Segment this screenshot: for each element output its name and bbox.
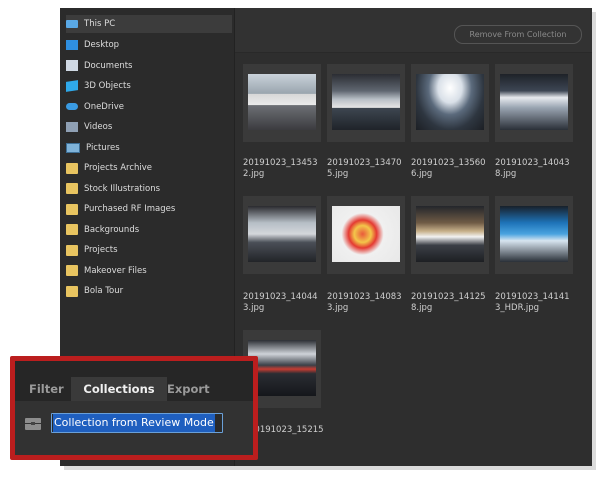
collection-name-input[interactable]: Collection from Review Mode: [51, 413, 223, 433]
documents-icon: [66, 60, 78, 71]
tree-item-label: This PC: [84, 19, 116, 29]
tree-item-backgrounds[interactable]: Backgrounds: [66, 221, 232, 239]
tree-item-desktop[interactable]: Desktop: [66, 36, 232, 54]
thumbnail[interactable]: [327, 64, 405, 142]
thumbnail[interactable]: [327, 196, 405, 274]
desktop-icon: [66, 40, 78, 50]
tree-item-this-pc[interactable]: This PC: [66, 15, 232, 33]
folder-icon: [66, 162, 78, 174]
photo-preview: [416, 206, 484, 262]
tree-item-videos[interactable]: Videos: [66, 118, 232, 136]
tree-item-3d-objects[interactable]: 3D Objects: [66, 77, 232, 95]
thumbnail[interactable]: [411, 64, 489, 142]
thumbnail-caption: 20191023_13470 5.jpg: [327, 158, 402, 179]
thumbnail-caption: 20191023_14125 8.jpg: [411, 292, 486, 313]
thumbnail[interactable]: [495, 196, 573, 274]
thumbnail-caption: 20191023_14043 8.jpg: [495, 158, 570, 179]
collection-name-selected-text: Collection from Review Mode: [53, 414, 215, 432]
remove-from-collection-button[interactable]: Remove From Collection: [454, 25, 582, 44]
photo-preview: [500, 74, 568, 130]
thumbnail-caption: 20191023_14141 3_HDR.jpg: [495, 292, 570, 313]
collection-box-icon: [25, 418, 41, 430]
folder-icon: [66, 265, 78, 276]
tree-item-label: OneDrive: [84, 101, 124, 112]
tree-item-projects[interactable]: Projects: [66, 241, 232, 259]
tree-item-label: Backgrounds: [84, 224, 140, 235]
thumbnail-grid: Remove From Collection 20191023_13453 2.…: [235, 8, 592, 466]
tree-item-label: Purchased RF Images: [84, 204, 176, 214]
cloud-icon: [66, 103, 78, 110]
3d-objects-icon: [66, 80, 78, 92]
photo-preview: [248, 206, 316, 262]
tree-item-purchased-rf-images[interactable]: Purchased RF Images: [66, 200, 232, 218]
photo-preview: [332, 206, 400, 262]
thumbnail-caption: 20191023_14044 3.jpg: [243, 292, 318, 313]
panel-tabs: Filter Collections Export: [15, 361, 253, 401]
tree-item-stock-illustrations[interactable]: Stock Illustrations: [66, 180, 232, 198]
pictures-icon: [66, 142, 80, 153]
thumbnail-caption: 20191023_14083 3.jpg: [327, 292, 402, 313]
tree-item-bola-tour[interactable]: Bola Tour: [66, 282, 232, 300]
tree-item-pictures[interactable]: Pictures: [66, 139, 232, 157]
tree-item-label: Makeover Files: [84, 265, 147, 276]
folder-icon: [66, 224, 78, 235]
photo-preview: [248, 74, 316, 130]
thumbnail[interactable]: [243, 64, 321, 142]
tree-item-label: 3D Objects: [84, 81, 131, 91]
tree-item-label: Videos: [84, 122, 113, 132]
tab-filter[interactable]: Filter: [29, 377, 69, 401]
tree-item-label: Projects Archive: [84, 163, 153, 173]
folder-icon: [66, 244, 78, 256]
photo-preview: [416, 74, 484, 130]
photo-preview: [332, 74, 400, 130]
tree-item-label: Stock Illustrations: [84, 183, 161, 194]
tree-item-label: Bola Tour: [84, 286, 124, 296]
collections-panel: Filter Collections Export Collection fro…: [15, 361, 253, 455]
tree-item-onedrive[interactable]: OneDrive: [66, 98, 232, 116]
thumbnail[interactable]: [495, 64, 573, 142]
computer-icon: [66, 20, 78, 28]
photo-preview: [500, 206, 568, 262]
folder-icon: [66, 285, 78, 297]
tab-collections[interactable]: Collections: [71, 377, 167, 401]
folder-icon: [66, 203, 78, 215]
collection-row: Collection from Review Mode: [15, 401, 253, 455]
tree-item-label: Desktop: [84, 40, 120, 50]
tree-item-label: Documents: [84, 60, 133, 71]
tree-item-makeover-files[interactable]: Makeover Files: [66, 262, 232, 280]
photo-preview: [248, 340, 316, 396]
thumbnail-caption: 20191023_13453 2.jpg: [243, 158, 318, 179]
thumbnail[interactable]: [243, 196, 321, 274]
videos-icon: [66, 122, 78, 132]
tree-item-documents[interactable]: Documents: [66, 57, 232, 75]
highlight-callout: Filter Collections Export Collection fro…: [10, 356, 258, 460]
tab-export[interactable]: Export: [167, 377, 217, 401]
grid-toolbar: Remove From Collection: [235, 8, 592, 53]
folder-icon: [66, 183, 78, 194]
tree-item-projects-archive[interactable]: Projects Archive: [66, 159, 232, 177]
thumbnail[interactable]: [411, 196, 489, 274]
tree-item-label: Projects: [84, 245, 118, 255]
thumbnail-caption: 20191023_13560 6.jpg: [411, 158, 486, 179]
thumbnail-caption: 20191023_15215: [249, 425, 324, 435]
tree-item-label: Pictures: [86, 142, 120, 153]
